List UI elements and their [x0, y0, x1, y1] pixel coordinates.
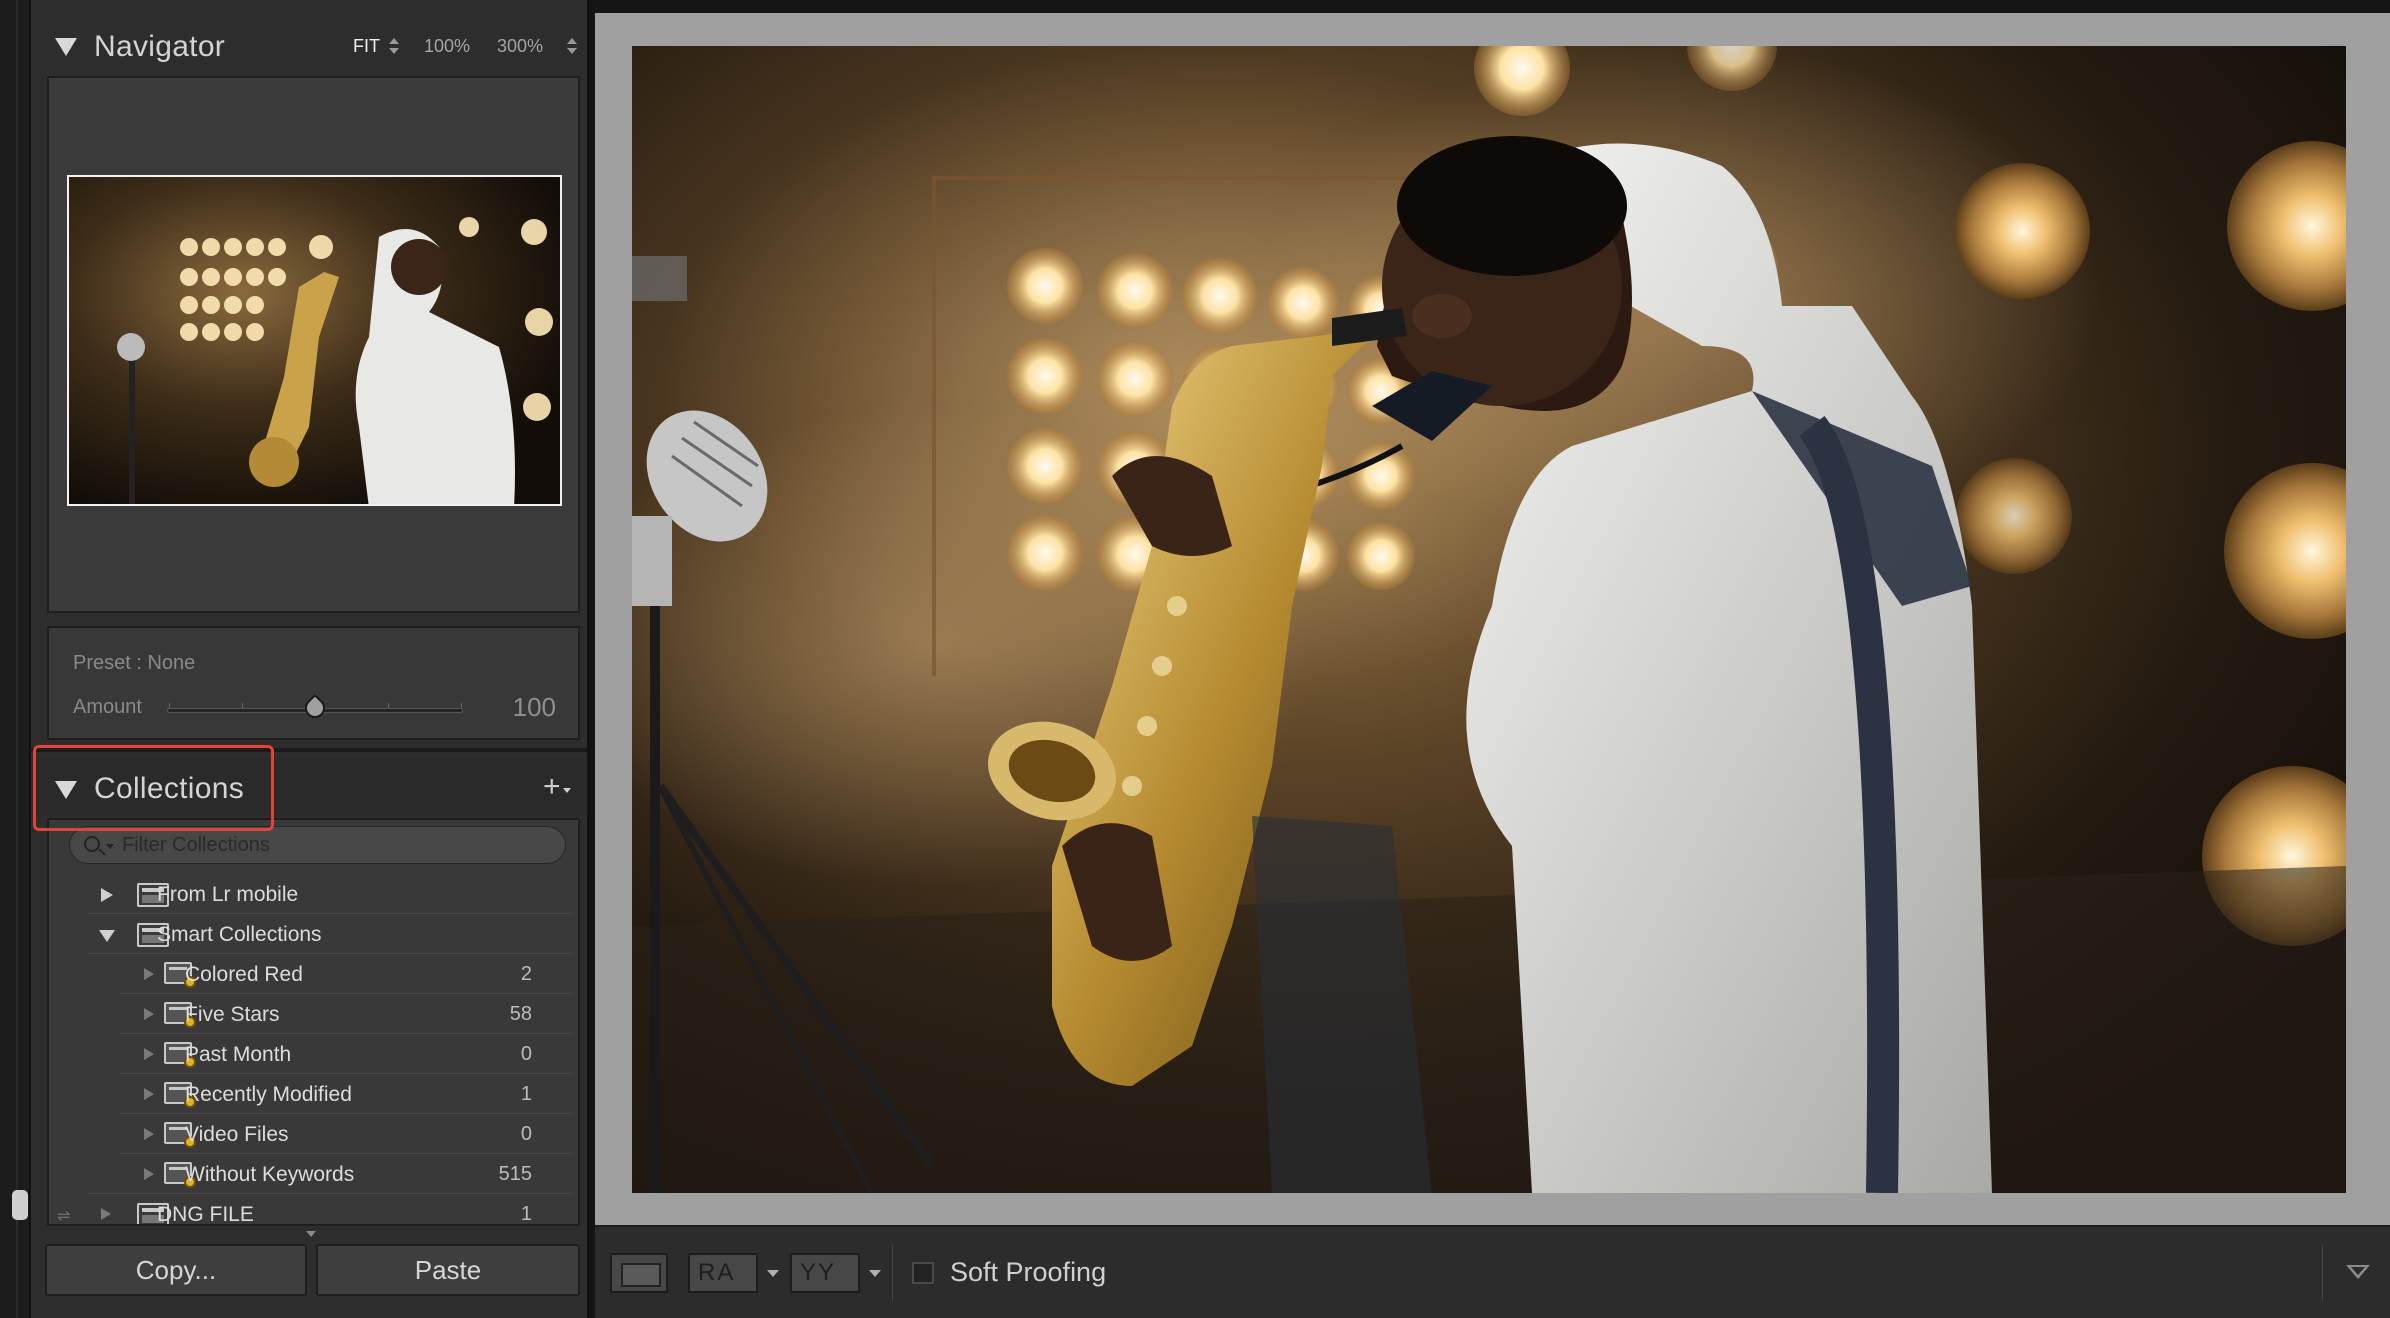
amount-value[interactable]: 100	[513, 692, 556, 723]
navigator-title: Navigator	[94, 30, 226, 63]
smart-collection-row[interactable]: Video Files 0	[49, 1114, 578, 1154]
expand-icon	[144, 1048, 154, 1060]
before-after-glyph: YY	[800, 1259, 837, 1286]
toolbar-divider	[2322, 1245, 2323, 1301]
photo-image	[632, 46, 2346, 1193]
expand-icon	[101, 1208, 111, 1220]
left-edge-strip	[0, 0, 30, 1318]
plus-icon[interactable]: +	[543, 772, 571, 804]
expand-icon	[144, 1168, 154, 1180]
collection-row[interactable]: ⇌ DNG FILE 1	[49, 1194, 578, 1226]
preset-panel: Preset : None Amount 100	[47, 626, 580, 740]
preset-label: Preset : None	[73, 652, 196, 674]
loupe-view	[595, 13, 2390, 1225]
collection-label: Video Files	[185, 1123, 289, 1146]
amount-label: Amount	[73, 696, 142, 718]
filter-collections-input[interactable]	[122, 831, 542, 859]
toolbar-divider	[892, 1245, 893, 1301]
expand-icon	[144, 968, 154, 980]
soft-proofing-label[interactable]: Soft Proofing	[950, 1257, 1106, 1288]
smart-collection-row[interactable]: Colored Red 2	[49, 954, 578, 994]
chevron-down-icon[interactable]	[869, 1270, 881, 1277]
expand-icon	[144, 1128, 154, 1140]
before-after-glyph: RA	[698, 1259, 736, 1286]
zoom-100[interactable]: 100%	[424, 36, 470, 57]
chevron-down-icon[interactable]	[767, 1270, 779, 1277]
zoom-fit[interactable]: FIT	[353, 36, 380, 57]
collection-label: From Lr mobile	[157, 883, 299, 906]
smart-collection-row[interactable]: Without Keywords 515	[49, 1154, 578, 1194]
collection-count: 1	[520, 1203, 532, 1225]
collection-set-row[interactable]: Smart Collections	[49, 914, 578, 954]
collection-count: 515	[498, 1163, 532, 1185]
slider-tick	[388, 703, 389, 708]
expand-icon	[144, 1008, 154, 1020]
fit-stepper-icon[interactable]	[389, 38, 399, 56]
collection-count: 0	[520, 1043, 532, 1065]
collection-label: Without Keywords	[185, 1163, 355, 1186]
smart-collection-row[interactable]: Past Month 0	[49, 1034, 578, 1074]
collection-label: Five Stars	[185, 1003, 280, 1026]
sync-icon: ⇌	[57, 1208, 71, 1225]
loupe-view-icon[interactable]	[610, 1253, 668, 1293]
collection-count: 1	[520, 1083, 532, 1105]
navigator-preview	[47, 76, 580, 613]
search-icon[interactable]	[84, 836, 100, 852]
chevron-down-icon[interactable]	[106, 844, 114, 849]
collection-label: DNG FILE	[157, 1203, 254, 1226]
expand-icon[interactable]	[101, 888, 113, 902]
navigator-thumbnail[interactable]	[67, 175, 562, 506]
collections-list: From Lr mobile Smart Collections Colored…	[47, 818, 580, 1226]
panel-grip[interactable]	[12, 1190, 28, 1220]
collection-count: 0	[520, 1123, 532, 1145]
zoom-300[interactable]: 300%	[497, 36, 543, 57]
navigator-header[interactable]: Navigator FIT 100% 300%	[31, 16, 587, 74]
collection-label: Past Month	[185, 1043, 292, 1066]
collections-highlight	[33, 745, 274, 831]
toolbar-menu-icon[interactable]	[2344, 1263, 2372, 1283]
collection-label: Colored Red	[185, 963, 303, 986]
filter-collections-field[interactable]	[69, 826, 566, 864]
copy-button[interactable]: Copy...	[45, 1244, 307, 1296]
smart-collection-row[interactable]: Five Stars 58	[49, 994, 578, 1034]
bottom-toolbar: RA YY Soft Proofing	[595, 1225, 2390, 1318]
panel-collapse-icon[interactable]	[55, 38, 77, 56]
collection-count: 2	[520, 963, 532, 985]
soft-proofing-checkbox[interactable]	[912, 1262, 934, 1284]
thumbnail-image	[69, 177, 560, 504]
slider-tick	[461, 703, 462, 708]
collection-set-row[interactable]: From Lr mobile	[49, 874, 578, 914]
collection-label: Recently Modified	[185, 1083, 352, 1106]
slider-tick	[169, 703, 170, 708]
main-photo[interactable]	[632, 46, 2346, 1193]
smart-collection-row[interactable]: Recently Modified 1	[49, 1074, 578, 1114]
zoom-stepper-icon[interactable]	[567, 38, 577, 56]
edge-rail	[16, 0, 18, 1318]
collapse-icon[interactable]	[99, 930, 115, 942]
scroll-down-icon[interactable]	[306, 1231, 316, 1237]
expand-icon	[144, 1088, 154, 1100]
before-after-top-bottom-icon[interactable]: YY	[790, 1253, 860, 1293]
left-panel: Navigator FIT 100% 300% Preset: None Am…	[31, 0, 591, 1318]
slider-tick	[242, 703, 243, 708]
before-after-left-right-icon[interactable]: RA	[688, 1253, 758, 1293]
collection-label: Smart Collections	[157, 923, 322, 946]
collection-count: 58	[509, 1003, 532, 1025]
paste-button[interactable]: Paste	[316, 1244, 580, 1296]
